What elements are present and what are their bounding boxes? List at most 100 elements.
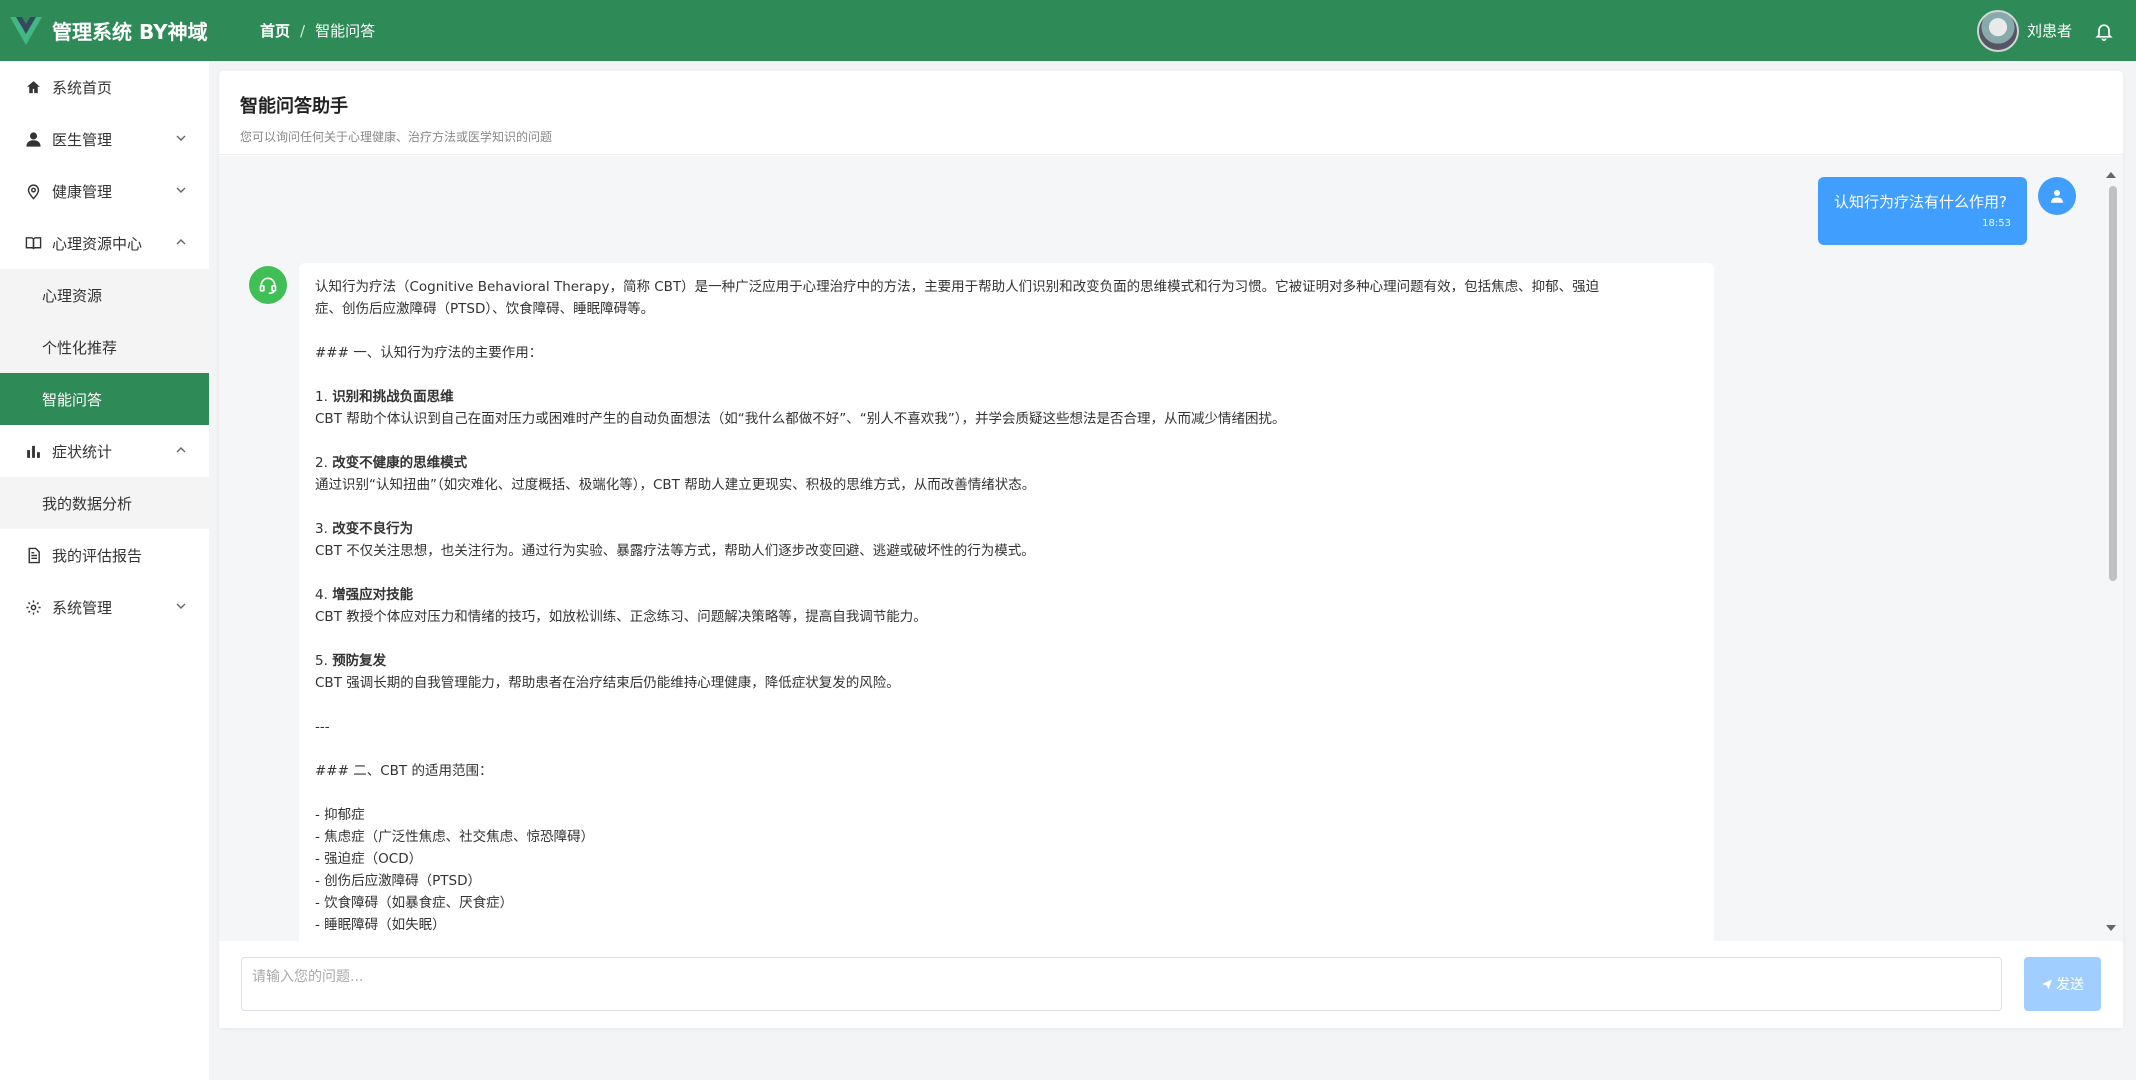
assistant-message-line: CBT 教授个体应对压力和情绪的技巧，如放松训练、正念练习、问题解决策略等，提高… [315, 609, 927, 625]
breadcrumb: 首页 / 智能问答 [260, 20, 375, 41]
assistant-message-line: 3. 改变不良行为 [315, 518, 1698, 540]
section-heading: 识别和挑战负面思维 [332, 389, 454, 405]
sidebar-item-data-analysis[interactable]: 我的数据分析 [0, 477, 209, 529]
chevron-down-icon [176, 187, 186, 193]
list-number: 1. [315, 389, 328, 405]
list-number: 5. [315, 653, 328, 669]
sidebar-item-recommend[interactable]: 个性化推荐 [0, 321, 209, 373]
assistant-message-line [315, 364, 1698, 386]
assistant-message-line [315, 782, 1698, 804]
assistant-message-line: 1. 识别和挑战负面思维 [315, 386, 1698, 408]
bell-icon[interactable] [2094, 21, 2114, 41]
assistant-message-line: - 抑郁症 [315, 807, 365, 823]
sidebar-item-label: 我的评估报告 [52, 546, 143, 565]
send-label: 发送 [2056, 977, 2084, 993]
sidebar-item-label: 系统首页 [52, 78, 113, 97]
sidebar-item-health[interactable]: 健康管理 [0, 165, 209, 217]
scrollbar-thumb[interactable] [2109, 186, 2117, 581]
section-heading: 改变不健康的思维模式 [332, 455, 468, 471]
assistant-message-bubble: 认知行为疗法（Cognitive Behavioral Therapy，简称 C… [299, 263, 1714, 941]
assistant-message-line: 2. 改变不健康的思维模式 [315, 452, 1698, 474]
home-icon [24, 78, 42, 96]
stats-submenu: 我的数据分析 [0, 477, 209, 529]
assistant-message-line [315, 562, 1698, 584]
list-number: 4. [315, 587, 328, 603]
page-subtitle: 您可以询问任何关于心理健康、治疗方法或医学知识的问题 [240, 130, 553, 144]
assistant-message-line: 4. 增强应对技能 [315, 584, 1698, 606]
input-row: 发送 [219, 941, 2123, 1028]
user-message-text: 认知行为疗法有什么作用? [1834, 193, 2007, 211]
resource-submenu: 心理资源 个性化推荐 智能问答 [0, 269, 209, 425]
user-message-bubble: 认知行为疗法有什么作用? 18:53 [1818, 177, 2027, 245]
assistant-message-line: - 睡眠障碍（如失眠） [315, 917, 446, 933]
assistant-message-line [315, 694, 1698, 716]
user-avatar[interactable] [1976, 9, 2019, 52]
assistant-message-line [315, 738, 1698, 760]
assistant-message-line: 通过识别“认知扭曲”（如灾难化、过度概括、极端化等），CBT 帮助人建立更现实、… [315, 477, 1036, 493]
sidebar-item-resource-center[interactable]: 心理资源中心 [0, 217, 209, 269]
app-title: 管理系统 BY神域 [52, 20, 208, 44]
scroll-up-arrow-icon[interactable] [2106, 172, 2116, 178]
breadcrumb-separator: / [300, 21, 306, 40]
assistant-message-line: - 强迫症（OCD） [315, 851, 423, 867]
assistant-message-line [315, 320, 1698, 342]
assistant-message-line: - 饮食障碍（如暴食症、厌食症） [315, 895, 514, 911]
assistant-message-line: --- [315, 719, 330, 735]
username[interactable]: 刘患者 [2027, 20, 2072, 41]
assistant-headset-icon [249, 266, 287, 304]
page-title: 智能问答助手 [240, 96, 348, 117]
scrollbar[interactable] [2106, 164, 2121, 939]
chevron-up-icon [176, 447, 186, 453]
assistant-message-line: - 焦虑症（广泛性焦虑、社交焦虑、惊恐障碍） [315, 829, 595, 845]
sidebar-item-label: 健康管理 [52, 182, 113, 201]
sidebar-item-label: 心理资源中心 [52, 234, 143, 253]
chat-card: 智能问答助手 您可以询问任何关于心理健康、治疗方法或医学知识的问题 认知行为疗法… [219, 71, 2123, 1028]
breadcrumb-current: 智能问答 [315, 22, 376, 40]
document-icon [24, 546, 42, 564]
question-input[interactable] [241, 957, 2002, 1011]
assistant-message-line: 5. 预防复发 [315, 650, 1698, 672]
app-logo[interactable]: 管理系统 BY神域 [0, 16, 220, 45]
section-heading: 改变不良行为 [332, 521, 414, 537]
vue-logo-icon [10, 16, 42, 45]
sidebar-item-label: 医生管理 [52, 130, 113, 149]
sidebar-item-label: 系统管理 [52, 598, 113, 617]
scroll-down-arrow-icon[interactable] [2106, 925, 2116, 931]
bar-chart-icon [24, 442, 42, 460]
card-header: 智能问答助手 您可以询问任何关于心理健康、治疗方法或医学知识的问题 [219, 71, 2123, 155]
sidebar-item-home[interactable]: 系统首页 [0, 61, 209, 113]
gear-icon [24, 598, 42, 616]
assistant-message-line: 认知行为疗法（Cognitive Behavioral Therapy，简称 C… [315, 279, 1600, 295]
user-avatar-icon [2038, 177, 2076, 215]
sidebar: 系统首页 医生管理 健康管理 心理资源中心 心理资源 个性化推荐 智能问答 症状… [0, 61, 209, 1080]
sidebar-item-reports[interactable]: 我的评估报告 [0, 529, 209, 581]
sidebar-item-symptom-stats[interactable]: 症状统计 [0, 425, 209, 477]
chevron-up-icon [176, 239, 186, 245]
chat-messages[interactable]: 认知行为疗法有什么作用? 18:53 认知行为疗法（Cognitive Beha… [219, 156, 2123, 941]
list-number: 3. [315, 521, 328, 537]
assistant-message-line: ### 一、认知行为疗法的主要作用： [315, 345, 543, 361]
location-icon [24, 182, 42, 200]
sidebar-item-resources[interactable]: 心理资源 [0, 269, 209, 321]
assistant-message-line: CBT 强调长期的自我管理能力，帮助患者在治疗结束后仍能维持心理健康，降低症状复… [315, 675, 900, 691]
list-number: 2. [315, 455, 328, 471]
assistant-message-line: 症、创伤后应激障碍（PTSD）、饮食障碍、睡眠障碍等。 [315, 301, 655, 317]
sidebar-item-doctors[interactable]: 医生管理 [0, 113, 209, 165]
sidebar-item-qa[interactable]: 智能问答 [0, 373, 209, 425]
top-header: 管理系统 BY神域 首页 / 智能问答 刘患者 [0, 0, 2136, 61]
sidebar-item-system[interactable]: 系统管理 [0, 581, 209, 633]
assistant-message-line [315, 628, 1698, 650]
assistant-message-line [315, 496, 1698, 518]
section-heading: 预防复发 [332, 653, 387, 669]
book-icon [24, 234, 42, 252]
breadcrumb-home[interactable]: 首页 [260, 20, 290, 41]
assistant-message-line: CBT 不仅关注思想，也关注行为。通过行为实验、暴露疗法等方式，帮助人们逐步改变… [315, 543, 1035, 559]
assistant-message-line [315, 430, 1698, 452]
message-timestamp: 18:53 [1982, 218, 2011, 229]
send-icon [2042, 979, 2052, 990]
chevron-down-icon [176, 603, 186, 609]
send-button[interactable]: 发送 [2024, 957, 2101, 1011]
chevron-down-icon [176, 135, 186, 141]
section-heading: 增强应对技能 [332, 587, 414, 603]
sidebar-item-label: 症状统计 [52, 442, 113, 461]
